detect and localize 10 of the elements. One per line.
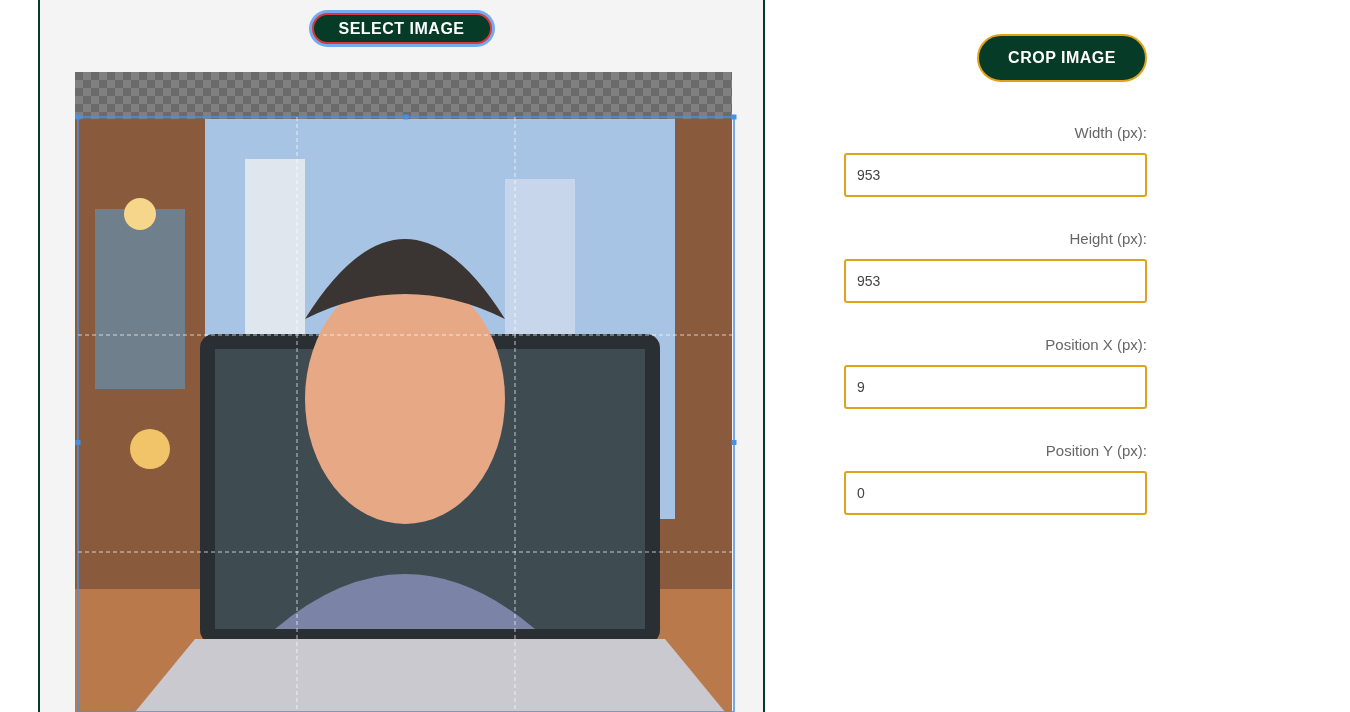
field-label: Height (px): (1069, 230, 1147, 248)
select-image-button[interactable]: SELECT IMAGE (311, 13, 492, 44)
input-field[interactable]: 953 (844, 153, 1147, 197)
field-label: Position X (px): (1045, 336, 1147, 354)
field-label: Position Y (px): (1045, 442, 1147, 460)
input-field[interactable]: 0 (844, 471, 1147, 515)
input-field[interactable]: 9 (844, 365, 1147, 409)
input-field[interactable]: 953 (844, 259, 1147, 303)
crop-image-button[interactable]: CROP IMAGE (977, 34, 1147, 82)
field-label: Width (px): (1074, 124, 1147, 142)
